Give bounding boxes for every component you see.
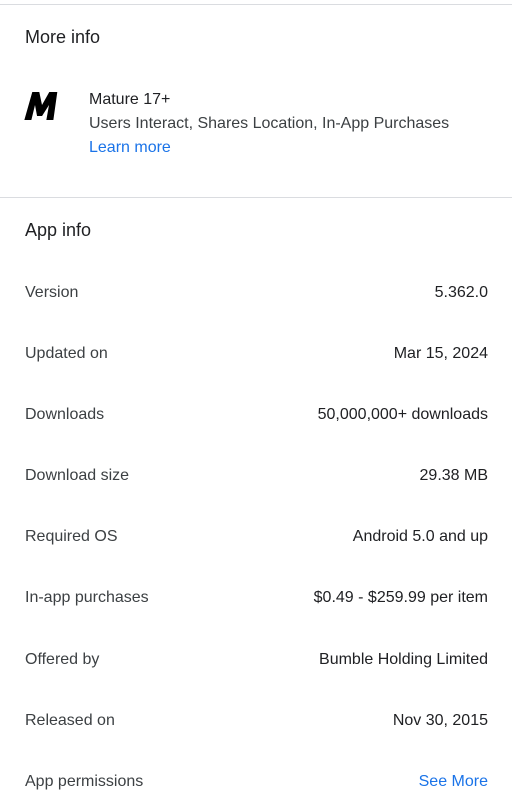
info-label: Downloads (25, 406, 105, 423)
app-info-title: App info (25, 220, 92, 240)
info-value: Mar 15, 2024 (393, 345, 488, 362)
info-row-app-permissions: App permissions See More (25, 771, 488, 793)
info-label: App permissions (25, 773, 144, 790)
info-label: Updated on (25, 345, 108, 362)
info-row-updated-on: Updated on Mar 15, 2024 (25, 343, 488, 365)
info-label: Required OS (25, 528, 118, 545)
info-label: Released on (25, 712, 115, 729)
learn-more-link[interactable]: Learn more (89, 138, 449, 158)
info-label: Version (25, 284, 79, 301)
info-row-required-os: Required OS Android 5.0 and up (25, 526, 488, 548)
info-value: Nov 30, 2015 (392, 712, 488, 729)
see-more-link[interactable]: See More (419, 771, 488, 793)
info-value: 50,000,000+ downloads (317, 406, 488, 423)
info-row-offered-by: Offered by Bumble Holding Limited (25, 649, 488, 671)
info-value: 29.38 MB (419, 467, 488, 484)
top-divider (0, 4, 512, 5)
content-rating-name: Mature 17+ (89, 91, 171, 108)
info-value: Bumble Holding Limited (319, 651, 488, 668)
info-row-in-app-purchases: In-app purchases $0.49 - $259.99 per ite… (25, 587, 488, 609)
info-row-released-on: Released on Nov 30, 2015 (25, 710, 488, 732)
section-divider (0, 197, 512, 198)
info-label: In-app purchases (25, 589, 149, 606)
info-value: $0.49 - $259.99 per item (313, 589, 488, 606)
info-row-download-size: Download size 29.38 MB (25, 465, 488, 487)
info-value: 5.362.0 (434, 284, 488, 301)
content-rating-block: Mature 17+ Users Interact, Shares Locati… (89, 90, 449, 158)
info-label: Offered by (25, 651, 100, 668)
info-row-downloads: Downloads 50,000,000+ downloads (25, 404, 488, 426)
info-label: Download size (25, 467, 130, 484)
content-rating-descriptors: Users Interact, Shares Location, In-App … (89, 115, 450, 132)
info-row-version: Version 5.362.0 (25, 282, 488, 304)
info-value: Android 5.0 and up (352, 528, 488, 545)
mature-rating-icon (24, 92, 58, 120)
more-info-title: More info (25, 27, 101, 47)
